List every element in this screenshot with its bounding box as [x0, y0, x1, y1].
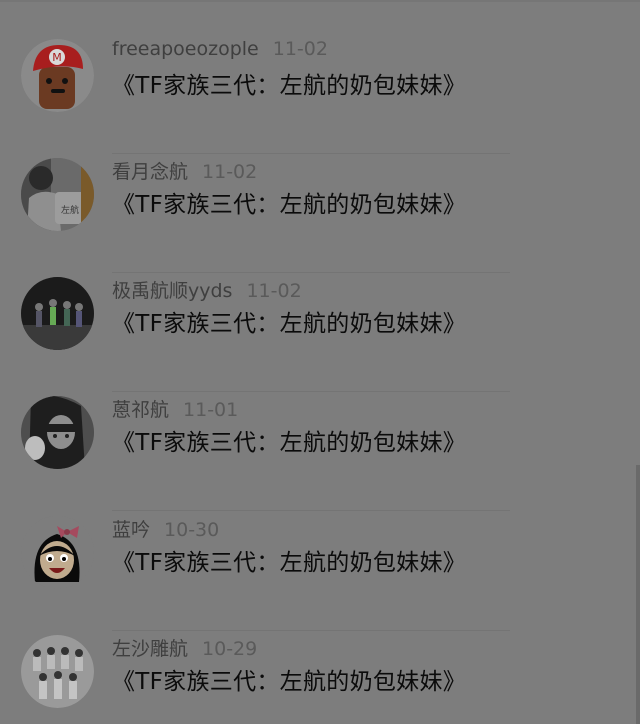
comment-text: 《TF家族三代：左航的奶包妹妹》 [112, 430, 467, 456]
comment-text: 《TF家族三代：左航的奶包妹妹》 [112, 669, 467, 695]
comment-meta: 蒽祁航 11-01 [112, 395, 238, 422]
username[interactable]: 看月念航 [112, 161, 188, 183]
comment-item[interactable]: 蓝吟 10-30 《TF家族三代：左航的奶包妹妹》 [0, 507, 640, 631]
timestamp: 11-02 [246, 280, 302, 302]
timestamp: 10-30 [164, 519, 220, 541]
group-white-avatar-icon[interactable] [21, 635, 94, 708]
timestamp: 10-29 [202, 638, 258, 660]
username[interactable]: 极禹航顺yyds [112, 280, 232, 302]
cartoon-girl-avatar-icon[interactable] [21, 516, 94, 589]
svg-text:左航: 左航 [61, 204, 79, 216]
comment-item[interactable]: 左航 看月念航 11-02 《TF家族三代：左航的奶包妹妹》 [0, 149, 640, 273]
comment-meta: 极禹航顺yyds 11-02 [112, 276, 302, 303]
username[interactable]: 蓝吟 [112, 519, 150, 541]
comment-meta: 左沙雕航 10-29 [112, 634, 257, 661]
portrait-avatar-icon[interactable] [21, 396, 94, 469]
comment-meta: 看月念航 11-02 [112, 157, 257, 184]
comment-meta: freeapoeozople 11-02 [112, 38, 328, 60]
timestamp: 11-02 [272, 38, 328, 60]
username[interactable]: freeapoeozople [112, 38, 259, 60]
comment-text: 《TF家族三代：左航的奶包妹妹》 [112, 73, 467, 99]
scrollbar-edge [636, 465, 640, 724]
comment-item[interactable]: 蒽祁航 11-01 《TF家族三代：左航的奶包妹妹》 [0, 387, 640, 511]
svg-text:M: M [52, 51, 62, 64]
comment-text: 《TF家族三代：左航的奶包妹妹》 [112, 550, 467, 576]
username[interactable]: 蒽祁航 [112, 399, 169, 421]
username[interactable]: 左沙雕航 [112, 638, 188, 660]
comment-item[interactable]: 极禹航顺yyds 11-02 《TF家族三代：左航的奶包妹妹》 [0, 268, 640, 392]
mario-hat-avatar-icon[interactable]: M [21, 39, 94, 112]
top-divider [0, 0, 640, 2]
comment-item[interactable]: 左沙雕航 10-29 《TF家族三代：左航的奶包妹妹》 [0, 626, 640, 724]
timestamp: 11-01 [183, 399, 239, 421]
comment-item[interactable]: M freeapoeozople 11-02 《TF家族三代：左航的奶包妹妹》 [0, 30, 640, 154]
comment-text: 《TF家族三代：左航的奶包妹妹》 [112, 192, 467, 218]
group-photo-avatar-icon[interactable] [21, 277, 94, 350]
timestamp: 11-02 [202, 161, 258, 183]
comment-meta: 蓝吟 10-30 [112, 515, 219, 542]
comment-text: 《TF家族三代：左航的奶包妹妹》 [112, 311, 467, 337]
person-photo-avatar-icon[interactable]: 左航 [21, 158, 94, 231]
